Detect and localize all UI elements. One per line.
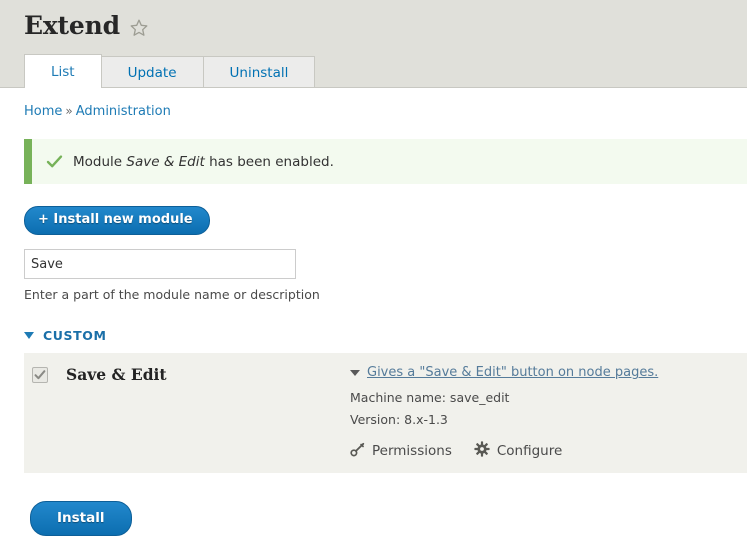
- module-name-cell: Save & Edit: [66, 353, 350, 473]
- module-description-row: Gives a "Save & Edit" button on node pag…: [350, 365, 735, 380]
- module-permissions-label: Permissions: [372, 443, 452, 460]
- module-operation-links: Permissions Configure: [350, 441, 735, 461]
- gear-icon: [474, 441, 490, 461]
- module-permissions-link[interactable]: Permissions: [350, 442, 452, 461]
- status-suffix: has been enabled.: [204, 153, 334, 170]
- status-message: Module Save & Edit has been enabled.: [24, 139, 747, 184]
- key-icon: [350, 442, 365, 461]
- install-new-module-row: + Install new module: [0, 184, 747, 236]
- module-description-link[interactable]: Gives a "Save & Edit" button on node pag…: [367, 365, 658, 380]
- triangle-down-icon[interactable]: [350, 370, 360, 377]
- tab-update[interactable]: Update: [100, 56, 204, 88]
- page-title: Extend: [24, 11, 120, 40]
- tab-uninstall[interactable]: Uninstall: [202, 56, 316, 88]
- breadcrumb-separator: »: [65, 104, 73, 118]
- breadcrumb: Home» Administration: [0, 88, 747, 119]
- package-section-custom[interactable]: CUSTOM: [0, 302, 747, 343]
- module-checkbox-cell: [24, 353, 66, 473]
- module-details-cell: Gives a "Save & Edit" button on node pag…: [350, 353, 747, 473]
- status-message-text: Module Save & Edit has been enabled.: [73, 154, 334, 170]
- check-icon: [46, 153, 63, 170]
- status-module-name: Save & Edit: [126, 153, 205, 170]
- tab-list[interactable]: List: [24, 54, 102, 88]
- install-new-module-button[interactable]: + Install new module: [24, 206, 210, 236]
- module-filter-row: Enter a part of the module name or descr…: [0, 235, 747, 302]
- module-version: Version: 8.x-1.3: [350, 412, 448, 428]
- module-machine-name: Machine name: save_edit: [350, 390, 510, 406]
- module-configure-label: Configure: [496, 443, 563, 460]
- star-outline-icon[interactable]: [129, 18, 149, 38]
- package-title: CUSTOM: [43, 328, 107, 344]
- tab-strip-underline: [0, 87, 747, 88]
- module-list-table: Save & Edit Gives a "Save & Edit" button…: [24, 353, 747, 474]
- module-configure-link[interactable]: Configure: [474, 441, 562, 461]
- module-enable-checkbox[interactable]: [32, 367, 48, 384]
- install-button[interactable]: Install: [30, 501, 132, 537]
- page-title-row: Extend: [0, 0, 747, 40]
- page-header: Extend List Update Uninstall: [0, 0, 747, 88]
- module-filter-input[interactable]: [24, 249, 296, 280]
- install-submit-row: Install: [0, 473, 747, 537]
- main-content: Home» Administration Module Save & Edit h…: [0, 88, 747, 537]
- module-filter-description: Enter a part of the module name or descr…: [24, 287, 320, 303]
- breadcrumb-item-home[interactable]: Home: [24, 104, 62, 119]
- status-prefix: Module: [73, 153, 127, 170]
- breadcrumb-item-administration[interactable]: Administration: [76, 104, 171, 119]
- triangle-down-icon[interactable]: [24, 332, 34, 340]
- module-name: Save & Edit: [66, 365, 167, 385]
- primary-tabs: List Update Uninstall: [24, 54, 316, 88]
